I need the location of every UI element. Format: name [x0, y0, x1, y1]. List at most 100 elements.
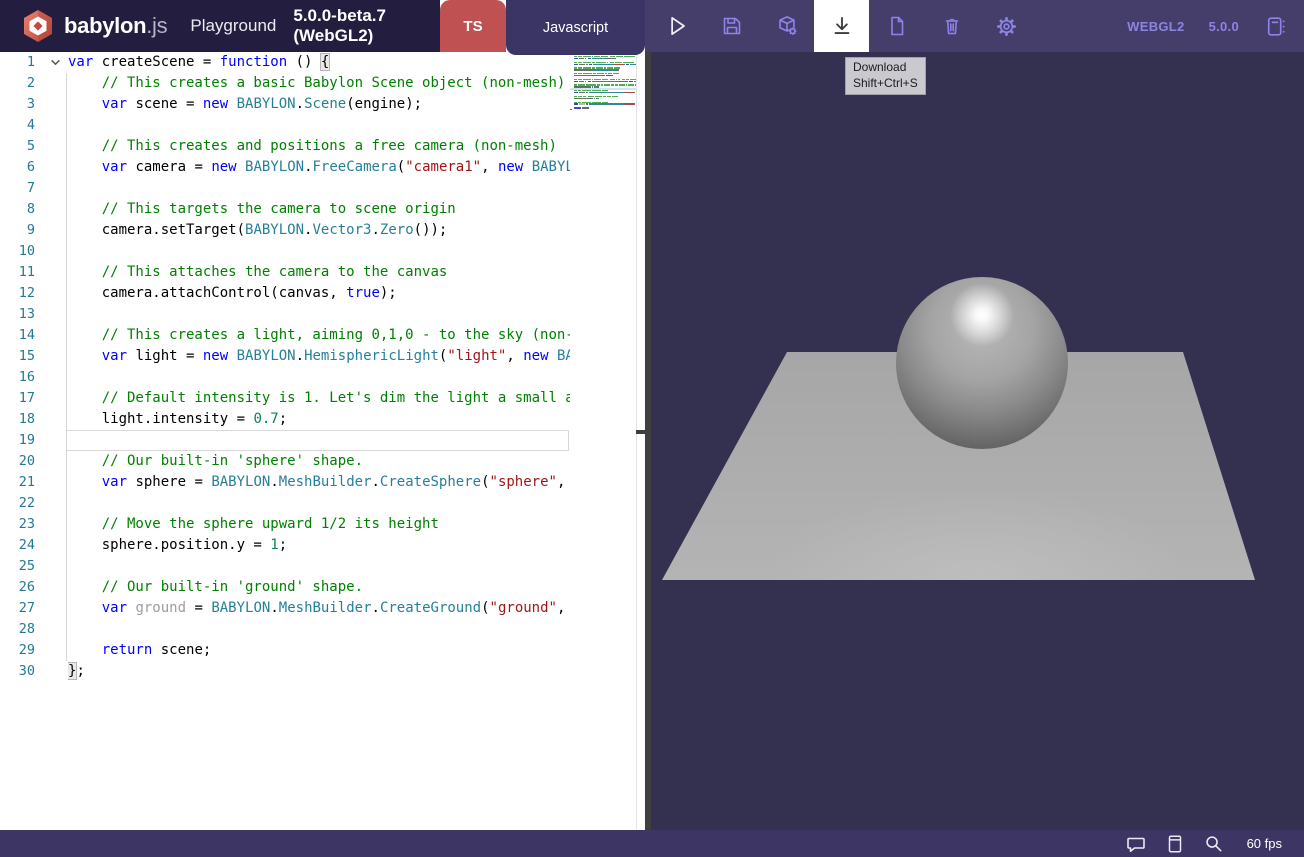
code-line[interactable]: 1var createScene = function () { — [0, 52, 570, 73]
code-line[interactable]: 12 camera.attachControl(canvas, true); — [0, 283, 570, 304]
code-line[interactable]: 23 // Move the sphere upward 1/2 its hei… — [0, 514, 570, 535]
fold-spacer — [42, 661, 68, 682]
code-line[interactable]: 4 — [0, 115, 570, 136]
fold-chevron-icon[interactable] — [42, 52, 68, 73]
line-number: 30 — [0, 661, 42, 682]
gutter[interactable]: 12 — [0, 283, 68, 304]
code-line[interactable]: 5 // This creates and positions a free c… — [0, 136, 570, 157]
delete-button[interactable] — [924, 0, 979, 52]
code-line[interactable]: 30}; — [0, 661, 570, 682]
gear-icon — [994, 14, 1019, 39]
code-line[interactable]: 25 — [0, 556, 570, 577]
code-line[interactable]: 18 light.intensity = 0.7; — [0, 409, 570, 430]
gutter[interactable]: 11 — [0, 262, 68, 283]
fold-spacer — [42, 598, 68, 619]
new-button[interactable] — [869, 0, 924, 52]
code-text: camera.attachControl(canvas, true); — [68, 283, 570, 304]
fold-spacer — [42, 94, 68, 115]
line-number: 23 — [0, 514, 42, 535]
code-line[interactable]: 21 var sphere = BABYLON.MeshBuilder.Crea… — [0, 472, 570, 493]
code-line[interactable]: 10 — [0, 241, 570, 262]
code-line[interactable]: 3 var scene = new BABYLON.Scene(engine); — [0, 94, 570, 115]
gutter[interactable]: 14 — [0, 325, 68, 346]
babylon-logo[interactable]: babylon.js — [20, 8, 167, 44]
code-line[interactable]: 17 // Default intensity is 1. Let's dim … — [0, 388, 570, 409]
gutter[interactable]: 28 — [0, 619, 68, 640]
gutter[interactable]: 22 — [0, 493, 68, 514]
gutter[interactable]: 16 — [0, 367, 68, 388]
code-line[interactable]: 26 // Our built-in 'ground' shape. — [0, 577, 570, 598]
code-line[interactable]: 19 — [0, 430, 570, 451]
code-line[interactable]: 16 — [0, 367, 570, 388]
gutter[interactable]: 24 — [0, 535, 68, 556]
code-line[interactable]: 8 // This targets the camera to scene or… — [0, 199, 570, 220]
code-editor[interactable]: 1var createScene = function () {2 // Thi… — [0, 52, 645, 830]
gutter[interactable]: 21 — [0, 472, 68, 493]
chat-button[interactable] — [1124, 832, 1148, 856]
gutter[interactable]: 26 — [0, 577, 68, 598]
line-number: 27 — [0, 598, 42, 619]
fps-counter: 60 fps — [1247, 836, 1282, 851]
gutter[interactable]: 25 — [0, 556, 68, 577]
code-line[interactable]: 6 var camera = new BABYLON.FreeCamera("c… — [0, 157, 570, 178]
inspector-button[interactable] — [759, 0, 814, 52]
line-number: 18 — [0, 409, 42, 430]
code-line[interactable]: 11 // This attaches the camera to the ca… — [0, 262, 570, 283]
gutter[interactable]: 27 — [0, 598, 68, 619]
code-text: // Our built-in 'ground' shape. — [68, 577, 570, 598]
code-line[interactable]: 9 camera.setTarget(BABYLON.Vector3.Zero(… — [0, 220, 570, 241]
gutter[interactable]: 7 — [0, 178, 68, 199]
gutter[interactable]: 19 — [0, 430, 68, 451]
code-line[interactable]: 14 // This creates a light, aiming 0,1,0… — [0, 325, 570, 346]
gutter[interactable]: 20 — [0, 451, 68, 472]
gutter[interactable]: 15 — [0, 346, 68, 367]
search-button[interactable] — [1202, 832, 1225, 855]
code-line[interactable]: 28 — [0, 619, 570, 640]
code-text — [68, 178, 570, 199]
code-text: var scene = new BABYLON.Scene(engine); — [68, 94, 570, 115]
gutter[interactable]: 13 — [0, 304, 68, 325]
code-line[interactable]: 20 // Our built-in 'sphere' shape. — [0, 451, 570, 472]
code-line[interactable]: 15 var light = new BABYLON.HemisphericLi… — [0, 346, 570, 367]
gutter[interactable]: 8 — [0, 199, 68, 220]
examples-button[interactable] — [1263, 14, 1288, 39]
language-dropdown[interactable]: Javascript — [506, 0, 645, 55]
gutter[interactable]: 17 — [0, 388, 68, 409]
typescript-toggle-button[interactable]: TS — [440, 0, 506, 52]
gutter[interactable]: 18 — [0, 409, 68, 430]
render-canvas[interactable]: Download Shift+Ctrl+S — [651, 52, 1304, 830]
pane-splitter[interactable] — [645, 52, 651, 830]
code-line[interactable]: 22 — [0, 493, 570, 514]
gutter[interactable]: 9 — [0, 220, 68, 241]
settings-button[interactable] — [979, 0, 1034, 52]
gutter[interactable]: 23 — [0, 514, 68, 535]
splitter-handle[interactable] — [636, 430, 651, 434]
save-button[interactable] — [704, 0, 759, 52]
download-button[interactable] — [814, 0, 869, 52]
code-text: // This attaches the camera to the canva… — [68, 262, 570, 283]
gutter[interactable]: 30 — [0, 661, 68, 682]
code-line[interactable]: 2 // This creates a basic Babylon Scene … — [0, 73, 570, 94]
gutter[interactable]: 3 — [0, 94, 68, 115]
minimap[interactable] — [570, 54, 636, 194]
code-text — [68, 619, 570, 640]
code-line[interactable]: 27 var ground = BABYLON.MeshBuilder.Crea… — [0, 598, 570, 619]
page-title: Playground — [190, 16, 276, 36]
code-line[interactable]: 13 — [0, 304, 570, 325]
run-button[interactable] — [649, 0, 704, 52]
code-line[interactable]: 7 — [0, 178, 570, 199]
line-number: 26 — [0, 577, 42, 598]
gutter[interactable]: 29 — [0, 640, 68, 661]
gutter[interactable]: 6 — [0, 157, 68, 178]
code-line[interactable]: 24 sphere.position.y = 1; — [0, 535, 570, 556]
gutter[interactable]: 5 — [0, 136, 68, 157]
line-number: 28 — [0, 619, 42, 640]
gutter[interactable]: 2 — [0, 73, 68, 94]
gutter[interactable]: 1 — [0, 52, 68, 73]
line-number: 29 — [0, 640, 42, 661]
gutter[interactable]: 10 — [0, 241, 68, 262]
line-number: 15 — [0, 346, 42, 367]
gutter[interactable]: 4 — [0, 115, 68, 136]
code-line[interactable]: 29 return scene; — [0, 640, 570, 661]
docs-button[interactable] — [1164, 833, 1186, 855]
